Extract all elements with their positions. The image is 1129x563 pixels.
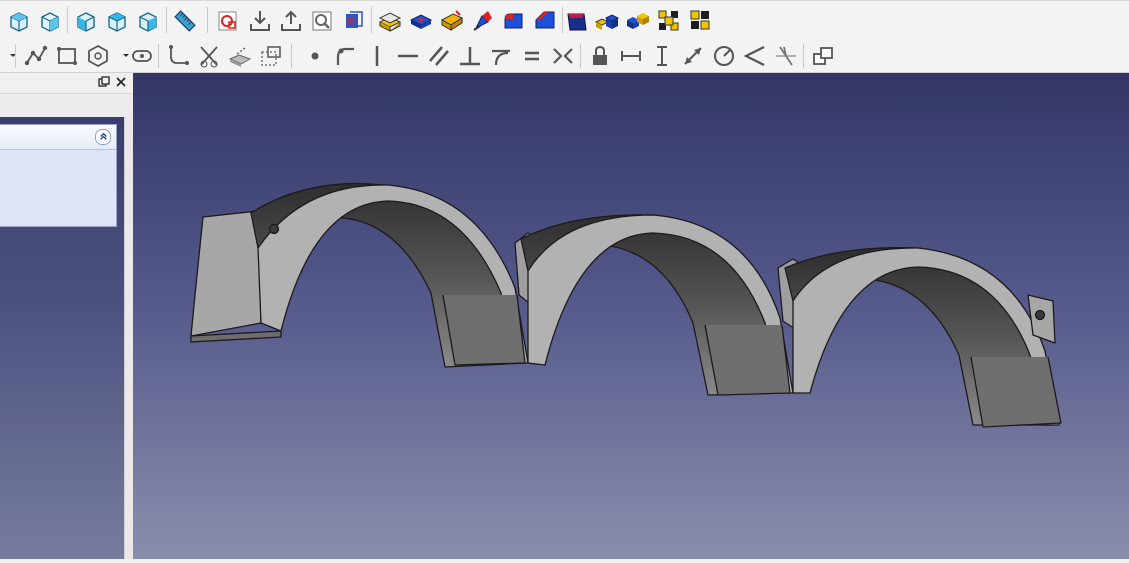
constrain-snell-icon[interactable] bbox=[773, 43, 799, 69]
view-axonometric-icon[interactable] bbox=[6, 8, 32, 34]
chamfer-icon[interactable] bbox=[532, 8, 558, 34]
external-geometry-icon[interactable] bbox=[227, 43, 253, 69]
fillet-sketch-icon[interactable] bbox=[165, 43, 191, 69]
export-icon[interactable] bbox=[278, 8, 304, 34]
constrain-horizontal-icon[interactable] bbox=[395, 43, 421, 69]
task-box-header[interactable] bbox=[0, 125, 116, 150]
rectangle-icon[interactable] bbox=[54, 43, 80, 69]
groove-icon[interactable] bbox=[470, 8, 496, 34]
fillet-icon[interactable] bbox=[501, 8, 527, 34]
sketcher-toolbar bbox=[0, 39, 1129, 73]
pocket-icon[interactable] bbox=[408, 8, 434, 34]
polar-pattern-icon[interactable] bbox=[656, 8, 682, 34]
linear-pattern-icon[interactable] bbox=[625, 8, 651, 34]
measure-distance-icon[interactable] bbox=[172, 8, 198, 34]
pad-icon[interactable] bbox=[377, 8, 403, 34]
toggle-driving-icon[interactable] bbox=[810, 43, 836, 69]
constrain-coincident-icon[interactable] bbox=[302, 43, 328, 69]
polygon-icon[interactable] bbox=[85, 43, 111, 69]
constrain-vertical-icon[interactable] bbox=[364, 43, 390, 69]
collapse-icon[interactable] bbox=[95, 129, 111, 145]
trim-icon[interactable] bbox=[196, 43, 222, 69]
constrain-parallel-icon[interactable] bbox=[426, 43, 452, 69]
slot-icon[interactable] bbox=[129, 43, 155, 69]
constrain-radius-icon[interactable] bbox=[711, 43, 737, 69]
constrain-lock-icon[interactable] bbox=[587, 43, 613, 69]
view-sketch-icon[interactable] bbox=[309, 8, 335, 34]
view-top-icon[interactable] bbox=[104, 8, 130, 34]
float-icon[interactable] bbox=[97, 75, 111, 89]
polyline-icon[interactable] bbox=[23, 43, 49, 69]
import-icon[interactable] bbox=[247, 8, 273, 34]
3d-viewport[interactable] bbox=[133, 73, 1129, 559]
revolution-icon[interactable] bbox=[439, 8, 465, 34]
constrain-point-on-object-icon[interactable] bbox=[333, 43, 359, 69]
constrain-perpendicular-icon[interactable] bbox=[457, 43, 483, 69]
view-front-icon[interactable] bbox=[73, 8, 99, 34]
combo-view-titlebar bbox=[0, 73, 133, 94]
create-sketch-icon[interactable] bbox=[215, 8, 241, 34]
close-icon[interactable] bbox=[114, 75, 128, 89]
map-sketch-icon[interactable] bbox=[340, 8, 366, 34]
constrain-vertical-distance-icon[interactable] bbox=[649, 43, 675, 69]
constrain-symmetric-icon[interactable] bbox=[550, 43, 576, 69]
dropdown-arrow-icon[interactable] bbox=[113, 43, 129, 69]
combo-view-panel bbox=[0, 73, 134, 559]
mirrored-icon[interactable] bbox=[594, 8, 620, 34]
constrain-tangent-icon[interactable] bbox=[488, 43, 514, 69]
task-box bbox=[0, 124, 117, 227]
constrain-horizontal-distance-icon[interactable] bbox=[618, 43, 644, 69]
draft-icon[interactable] bbox=[564, 8, 590, 34]
end-flange bbox=[190, 210, 262, 337]
constrain-equal-icon[interactable] bbox=[519, 43, 545, 69]
constrain-angle-icon[interactable] bbox=[742, 43, 768, 69]
dropdown-arrow-icon[interactable] bbox=[0, 43, 16, 69]
view-toolbar bbox=[0, 0, 1129, 40]
constrain-distance-icon[interactable] bbox=[680, 43, 706, 69]
task-panel bbox=[0, 117, 124, 559]
construction-mode-icon[interactable] bbox=[258, 43, 284, 69]
multitransform-icon[interactable] bbox=[687, 8, 713, 34]
view-right-icon[interactable] bbox=[135, 8, 161, 34]
view-fit-selection-icon[interactable] bbox=[37, 8, 63, 34]
part-model bbox=[190, 182, 1062, 428]
